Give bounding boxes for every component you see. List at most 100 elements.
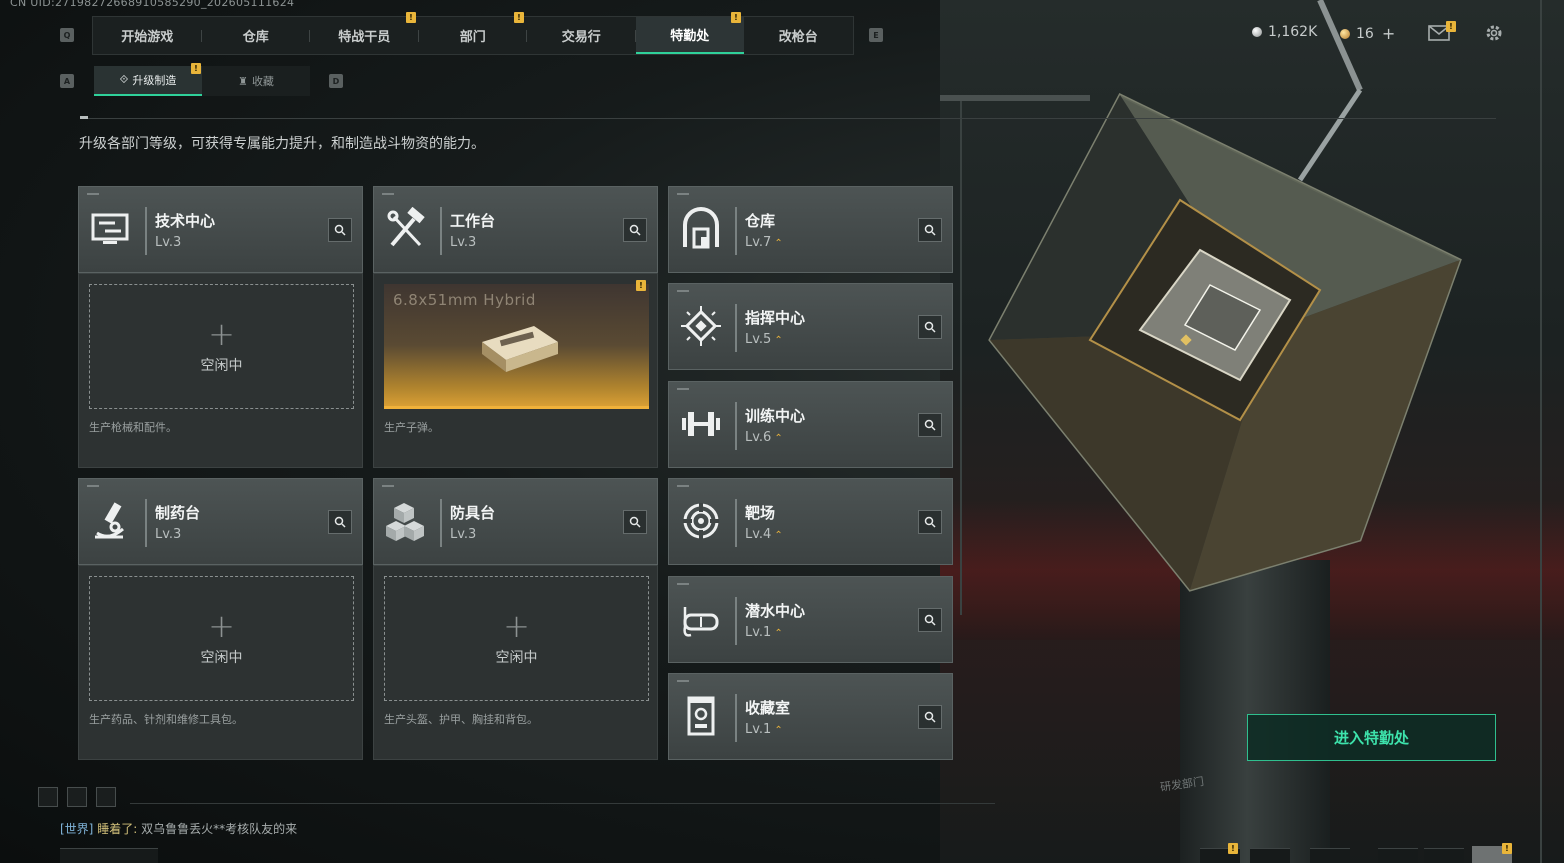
settings-button[interactable] [1481, 22, 1507, 44]
dept-level: Lv.6 [745, 430, 772, 445]
quick-slot[interactable] [38, 787, 58, 807]
silver-amount: 1,162K [1268, 24, 1318, 40]
dept-name: 制药台 [155, 504, 201, 522]
dept-card-collection-room[interactable]: 收藏室 Lv.1 ⌃ [668, 673, 953, 760]
inspect-button[interactable] [918, 510, 942, 534]
notice-badge: ! [514, 12, 524, 23]
tab-operators[interactable]: 特战干员 [310, 17, 419, 54]
dept-card-workbench[interactable]: 工作台 Lv.3 [373, 186, 658, 273]
idle-slot[interactable]: + 空闲中 [384, 576, 649, 701]
dept-name: 工作台 [450, 212, 496, 230]
slot-caption: 生产头盔、护甲、胸挂和背包。 [384, 713, 538, 726]
crafting-product[interactable]: 6.8x51mm Hybrid [384, 284, 649, 409]
upgrade-available-icon: ⌃ [774, 335, 783, 346]
upgrade-available-icon: ⌃ [774, 433, 783, 444]
idle-slot[interactable]: + 空闲中 [89, 576, 354, 701]
idle-slot[interactable]: + 空闲中 [89, 284, 354, 409]
idle-status: 空闲中 [200, 357, 243, 374]
dept-level-row: Lv.7 ⌃ [745, 235, 783, 250]
gold-currency[interactable]: 16 + [1340, 24, 1395, 43]
dept-card-tech-center[interactable]: 技术中心 Lv.3 [78, 186, 363, 273]
inspect-button[interactable] [918, 413, 942, 437]
armor-blocks-icon [386, 503, 424, 541]
inspect-button[interactable] [918, 315, 942, 339]
craft-slot-pharmacy[interactable]: + 空闲中 生产药品、针剂和维修工具包。 [78, 565, 363, 760]
notice-badge: ! [191, 63, 201, 74]
tab-label: 仓库 [242, 30, 269, 45]
chat-line[interactable]: [世界] 睡着了: 双乌鲁鲁丢火**考核队友的来 [60, 820, 297, 837]
dept-card-armor[interactable]: 防具台 Lv.3 [373, 478, 658, 565]
tab-trading[interactable]: 交易行 [527, 17, 636, 54]
tab-departments[interactable]: 部门 [419, 17, 527, 54]
dept-name: 训练中心 [745, 407, 806, 425]
subtab-collection[interactable]: ♜ 收藏 [202, 66, 310, 96]
bottom-menu-item[interactable] [1250, 848, 1290, 863]
dept-level: Lv.3 [450, 527, 477, 542]
dept-card-diving-center[interactable]: 潜水中心 Lv.1 ⌃ [668, 576, 953, 663]
dept-card-training-center[interactable]: 训练中心 Lv.6 ⌃ [668, 381, 953, 468]
enter-special-ops-button[interactable]: 进入特勤处 [1247, 714, 1496, 761]
silver-coin-icon [1252, 27, 1262, 37]
quick-slot[interactable] [96, 787, 116, 807]
inspect-button[interactable] [918, 218, 942, 242]
inspect-button[interactable] [918, 608, 942, 632]
craft-slot-workbench[interactable]: 6.8x51mm Hybrid 生产子弹。 [373, 273, 658, 468]
bottom-menu-item[interactable] [1310, 848, 1350, 863]
slot-caption: 生产子弹。 [384, 421, 439, 434]
collection-case-icon [687, 696, 715, 736]
dept-level-row: Lv.1 ⌃ [745, 722, 783, 737]
inspect-button[interactable] [918, 705, 942, 729]
dept-name: 防具台 [450, 504, 496, 522]
dept-name: 仓库 [745, 212, 776, 230]
dept-name: 指挥中心 [745, 309, 806, 327]
dept-level-row: Lv.6 ⌃ [745, 430, 783, 445]
inspect-button[interactable] [328, 510, 352, 534]
chat-speaker: 睡着了: [97, 822, 138, 836]
add-icon: + [503, 606, 530, 645]
chat-input-button[interactable] [60, 848, 158, 863]
hammer-wrench-icon [387, 207, 425, 247]
bottom-menu-item[interactable] [1378, 848, 1418, 863]
tab-gunsmith[interactable]: 改枪台 [744, 17, 853, 54]
dept-card-shooting-range[interactable]: 靶场 Lv.4 ⌃ [668, 478, 953, 565]
idle-status: 空闲中 [200, 649, 243, 666]
inspect-button[interactable] [623, 218, 647, 242]
dept-card-command-center[interactable]: 指挥中心 Lv.5 ⌃ [668, 283, 953, 370]
silver-currency[interactable]: 1,162K [1252, 24, 1317, 40]
dept-level: Lv.3 [155, 527, 182, 542]
craft-slot-armor[interactable]: + 空闲中 生产头盔、护甲、胸挂和背包。 [373, 565, 658, 760]
ammo-box-icon [482, 326, 558, 372]
slot-caption: 生产枪械和配件。 [89, 421, 177, 434]
warehouse-icon [683, 207, 719, 249]
dept-level: Lv.7 [745, 235, 772, 250]
chat-channel: [世界] [60, 822, 94, 836]
tab-label: 开始游戏 [121, 30, 174, 45]
inspect-button[interactable] [328, 218, 352, 242]
add-currency-button[interactable]: + [1382, 24, 1395, 43]
add-icon: + [208, 606, 235, 645]
tab-label: 特勤处 [670, 29, 710, 44]
tab-label: 交易行 [561, 30, 601, 45]
notice-badge: ! [1502, 843, 1512, 854]
tab-start-game[interactable]: 开始游戏 [93, 17, 202, 54]
search-icon [924, 419, 936, 431]
upgrade-available-icon: ⌃ [774, 628, 783, 639]
search-icon [629, 516, 641, 528]
divider-mark [80, 116, 88, 119]
search-icon [924, 516, 936, 528]
subtab-upgrade-craft[interactable]: ⟐ 升级制造 [94, 66, 202, 96]
dept-card-pharmacy[interactable]: 制药台 Lv.3 [78, 478, 363, 565]
idle-status: 空闲中 [495, 649, 538, 666]
notice-badge: ! [1228, 843, 1238, 854]
tab-special-ops[interactable]: 特勤处 [635, 17, 744, 54]
notice-badge: ! [731, 12, 741, 23]
bottom-divider [130, 803, 995, 804]
bottom-menu-item[interactable] [1424, 848, 1464, 863]
inspect-button[interactable] [623, 510, 647, 534]
dept-card-warehouse[interactable]: 仓库 Lv.7 ⌃ [668, 186, 953, 273]
quick-slot[interactable] [67, 787, 87, 807]
dept-level: Lv.1 [745, 722, 772, 737]
dept-level: Lv.3 [450, 235, 477, 250]
craft-slot-tech-center[interactable]: + 空闲中 生产枪械和配件。 [78, 273, 363, 468]
tab-warehouse[interactable]: 仓库 [202, 17, 310, 54]
